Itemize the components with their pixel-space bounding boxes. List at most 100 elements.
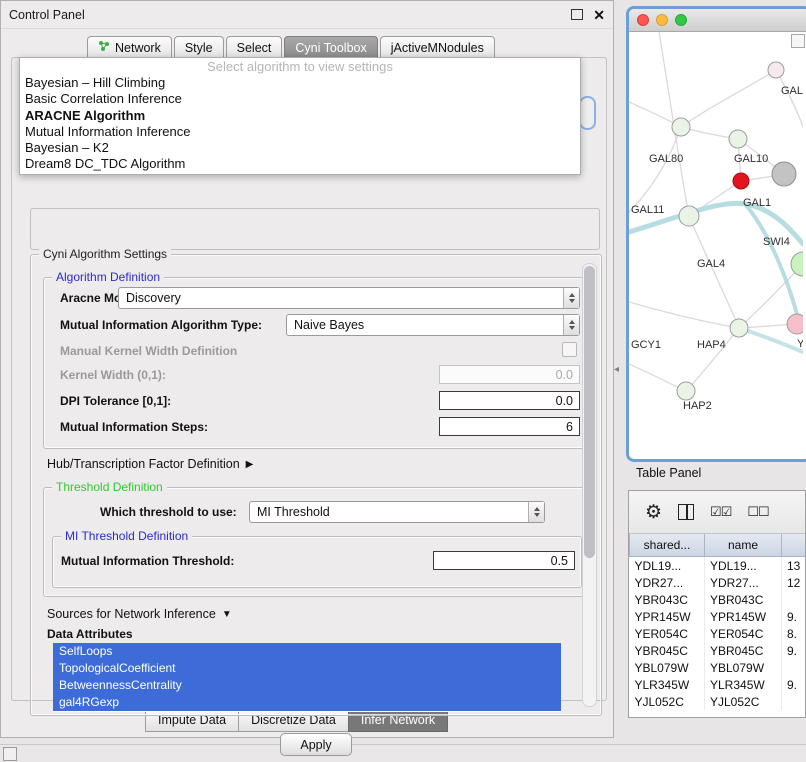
table-row[interactable]: YER054CYER054C8.	[630, 625, 806, 642]
deselect-all-icon[interactable]: ☐☐	[747, 504, 768, 520]
node-table: shared...name YDL19...YDL19...13YDR27...…	[629, 534, 806, 710]
gear-icon[interactable]: ⚙	[645, 503, 662, 522]
horizontal-scrollbar[interactable]	[0, 744, 806, 762]
mi-threshold-group: MI Threshold Definition Mutual Informati…	[52, 536, 582, 588]
combo-stepper-icon	[563, 288, 579, 308]
table-row[interactable]: YBR045CYBR045C9.	[630, 642, 806, 659]
table-row[interactable]: YBR043CYBR043C	[630, 591, 806, 608]
control-panel-window: Control Panel ✕ NetworkStyleSelectCyni T…	[0, 0, 614, 738]
table-row[interactable]: YDL19...YDL19...13	[630, 557, 806, 575]
attribute-list-item[interactable]: BetweennessCentrality	[53, 677, 561, 694]
table-row[interactable]: YJL052CYJL052C	[630, 693, 806, 710]
network-canvas[interactable]: GALGAL80GAL10GAL11GAL1SWI4GAL4GCY1HAP4HA…	[629, 32, 806, 457]
tab-jactivemnodules[interactable]: jActiveMNodules	[380, 36, 495, 58]
network-node-label: GAL4	[697, 258, 725, 270]
table-panel-title: Table Panel	[636, 466, 701, 480]
attribute-list-item[interactable]: TopologicalCoefficient	[53, 660, 561, 677]
algorithm-definition-group: Algorithm Definition Aracne Mode: Discov…	[43, 277, 589, 449]
network-node-label: HAP2	[683, 400, 712, 412]
column-header[interactable]: shared...	[630, 534, 705, 557]
attribute-list-item[interactable]: gal4RGexp	[53, 694, 561, 711]
sources-label: Sources for Network Inference	[47, 607, 216, 621]
help-button-fragment	[579, 96, 596, 130]
algorithm-option[interactable]: Dream8 DC_TDC Algorithm	[20, 156, 580, 172]
tab-label: Cyni Toolbox	[295, 41, 366, 55]
mi-threshold-field[interactable]: 0.5	[433, 551, 575, 570]
network-node[interactable]	[768, 62, 784, 78]
network-node[interactable]	[729, 130, 747, 148]
tab-network[interactable]: Network	[87, 36, 172, 58]
table-cell: YDL19...	[630, 557, 705, 575]
tab-style[interactable]: Style	[174, 36, 224, 58]
column-header[interactable]	[782, 534, 806, 557]
table-row[interactable]: YPR145WYPR145W9.	[630, 608, 806, 625]
dpi-tolerance-label: DPI Tolerance [0,1]:	[60, 394, 171, 408]
network-node[interactable]	[791, 252, 803, 276]
table-cell	[782, 591, 806, 608]
table-cell	[782, 693, 806, 710]
close-traffic-light-icon[interactable]	[637, 14, 649, 26]
close-icon[interactable]: ✕	[593, 8, 605, 22]
sources-disclosure[interactable]: Sources for Network Inference ▼	[47, 607, 232, 621]
aracne-mode-select[interactable]: Discovery	[118, 287, 580, 309]
which-threshold-select[interactable]: MI Threshold	[249, 501, 545, 523]
table-row[interactable]: YLR345WYLR345W9.	[630, 676, 806, 693]
algorithm-definition-title: Algorithm Definition	[52, 270, 164, 284]
algorithm-option[interactable]: ARACNE Algorithm	[20, 108, 580, 124]
network-node[interactable]	[677, 382, 695, 400]
algorithm-option[interactable]: Basic Correlation Inference	[20, 91, 580, 107]
table-cell: YDL19...	[705, 557, 782, 575]
tab-label: jActiveMNodules	[391, 41, 484, 55]
network-node[interactable]	[733, 173, 749, 189]
scrollbar-corner-icon	[3, 747, 17, 761]
table-toolbar: ⚙ ☑☑ ☐☐	[629, 491, 805, 534]
table-cell: YLR345W	[630, 676, 705, 693]
algorithm-option[interactable]: Bayesian – K2	[20, 140, 580, 156]
float-window-icon[interactable]	[571, 9, 583, 20]
scrollbar-thumb[interactable]	[584, 266, 595, 558]
table-cell: YBL079W	[705, 659, 782, 676]
column-header[interactable]: name	[705, 534, 782, 557]
network-node-label: SWI4	[763, 236, 790, 248]
hub-definition-disclosure[interactable]: Hub/Transcription Factor Definition ▶	[47, 457, 253, 471]
table-cell: 12	[782, 574, 806, 591]
apply-button[interactable]: Apply	[280, 733, 352, 756]
mi-algorithm-type-select[interactable]: Naive Bayes	[286, 314, 580, 336]
network-node[interactable]	[787, 314, 803, 334]
tab-select[interactable]: Select	[226, 36, 283, 58]
birdseye-toggle-icon[interactable]	[791, 34, 805, 48]
minimize-traffic-light-icon[interactable]	[656, 14, 668, 26]
table-row[interactable]: YDR27...YDR27...12	[630, 574, 806, 591]
network-view-window: GALGAL80GAL10GAL11GAL1SWI4GAL4GCY1HAP4HA…	[626, 6, 806, 462]
which-threshold-label: Which threshold to use:	[100, 505, 237, 519]
threshold-definition-group: Threshold Definition Which threshold to …	[43, 487, 589, 597]
network-node[interactable]	[772, 162, 796, 186]
algorithm-option[interactable]: Mutual Information Inference	[20, 124, 580, 140]
splitter-collapse-arrow[interactable]: ◂	[614, 364, 619, 375]
select-all-icon[interactable]: ☑☑	[710, 504, 731, 520]
columns-icon[interactable]	[678, 504, 694, 520]
chevron-down-icon: ▼	[222, 609, 232, 620]
table-cell: YER054C	[630, 625, 705, 642]
table-cell: 13	[782, 557, 806, 575]
dpi-tolerance-field[interactable]: 0.0	[439, 391, 580, 410]
algorithm-dropdown-list: Bayesian – Hill ClimbingBasic Correlatio…	[20, 75, 580, 173]
data-attributes-list[interactable]: SelfLoopsTopologicalCoefficientBetweenne…	[53, 643, 561, 712]
zoom-traffic-light-icon[interactable]	[675, 14, 687, 26]
threshold-definition-title: Threshold Definition	[52, 480, 167, 494]
network-node[interactable]	[679, 206, 699, 226]
settings-scrollbar[interactable]	[582, 263, 597, 707]
table-row[interactable]: YBL079WYBL079W	[630, 659, 806, 676]
network-window-titlebar	[629, 9, 806, 32]
algorithm-option[interactable]: Bayesian – Hill Climbing	[20, 75, 580, 91]
attribute-list-item[interactable]: SelfLoops	[53, 643, 561, 660]
network-node[interactable]	[730, 319, 748, 337]
table-cell	[782, 659, 806, 676]
kernel-width-label: Kernel Width (0,1):	[60, 368, 166, 382]
kernel-width-field: 0.0	[439, 365, 580, 384]
manual-kernel-width-checkbox	[562, 342, 577, 357]
tab-cyni-toolbox[interactable]: Cyni Toolbox	[284, 36, 377, 58]
network-node[interactable]	[672, 118, 690, 136]
table-cell: YPR145W	[705, 608, 782, 625]
mi-steps-field[interactable]: 6	[439, 417, 580, 436]
